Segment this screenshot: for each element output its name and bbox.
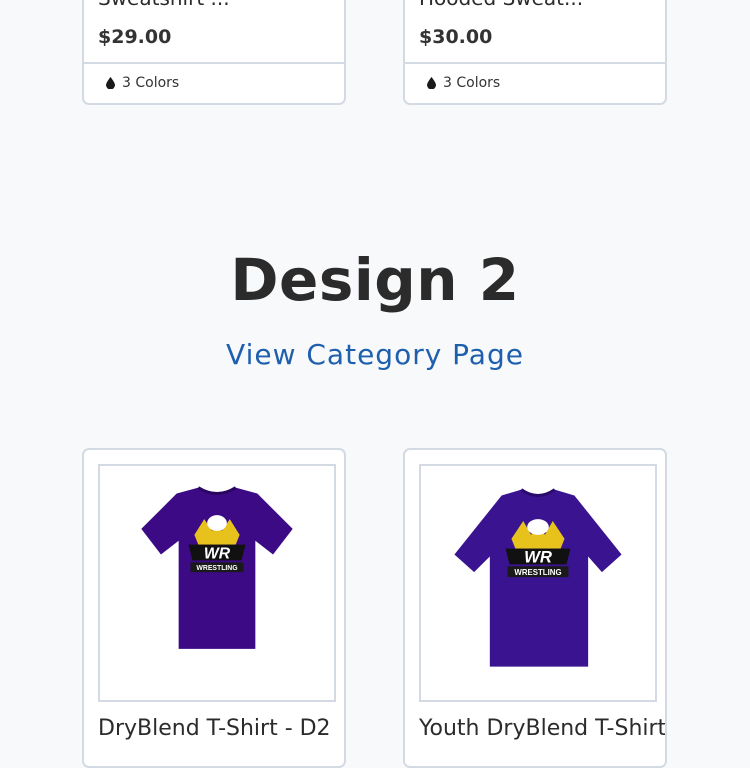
section-title: Design 2: [230, 246, 520, 314]
product-name[interactable]: Youth DryBlend T-Shirt - D2: [419, 716, 665, 741]
view-category-link[interactable]: View Category Page: [0, 338, 750, 371]
product-image[interactable]: WR WRESTLING: [419, 464, 657, 702]
svg-text:WRESTLING: WRESTLING: [196, 565, 237, 572]
color-count-label: 3 Colors: [443, 75, 501, 91]
product-price: $30.00: [419, 26, 493, 48]
product-price: $29.00: [98, 26, 172, 48]
product-name[interactable]: DryBlend T-Shirt - D2: [98, 716, 331, 741]
product-card-dryblend-tshirt[interactable]: WR WRESTLING DryBlend T-Shirt - D2: [82, 448, 346, 768]
product-card-youth-dryblend-tshirt[interactable]: WR WRESTLING Youth DryBlend T-Shirt - D2: [403, 448, 667, 768]
drop-icon: [106, 77, 115, 89]
product-card-hooded-sweatshirt[interactable]: Hooded Sweat... $30.00 3 Colors: [403, 0, 667, 105]
color-count: 3 Colors: [427, 75, 500, 91]
color-count: 3 Colors: [106, 75, 179, 91]
drop-icon: [427, 77, 436, 89]
card-divider: [84, 62, 344, 64]
tshirt-image: WR WRESTLING: [141, 486, 293, 649]
svg-text:WR: WR: [524, 547, 552, 566]
card-divider: [405, 62, 665, 64]
color-count-label: 3 Colors: [122, 75, 180, 91]
product-name[interactable]: Sweatshirt ...: [98, 0, 230, 10]
product-card-sweatshirt[interactable]: Sweatshirt ... $29.00 3 Colors: [82, 0, 346, 105]
svg-text:WR: WR: [204, 545, 231, 562]
tshirt-image: WR WRESTLING: [454, 488, 622, 667]
svg-text:WRESTLING: WRESTLING: [514, 568, 561, 577]
product-image[interactable]: WR WRESTLING: [98, 464, 336, 702]
product-name[interactable]: Hooded Sweat...: [419, 0, 583, 10]
